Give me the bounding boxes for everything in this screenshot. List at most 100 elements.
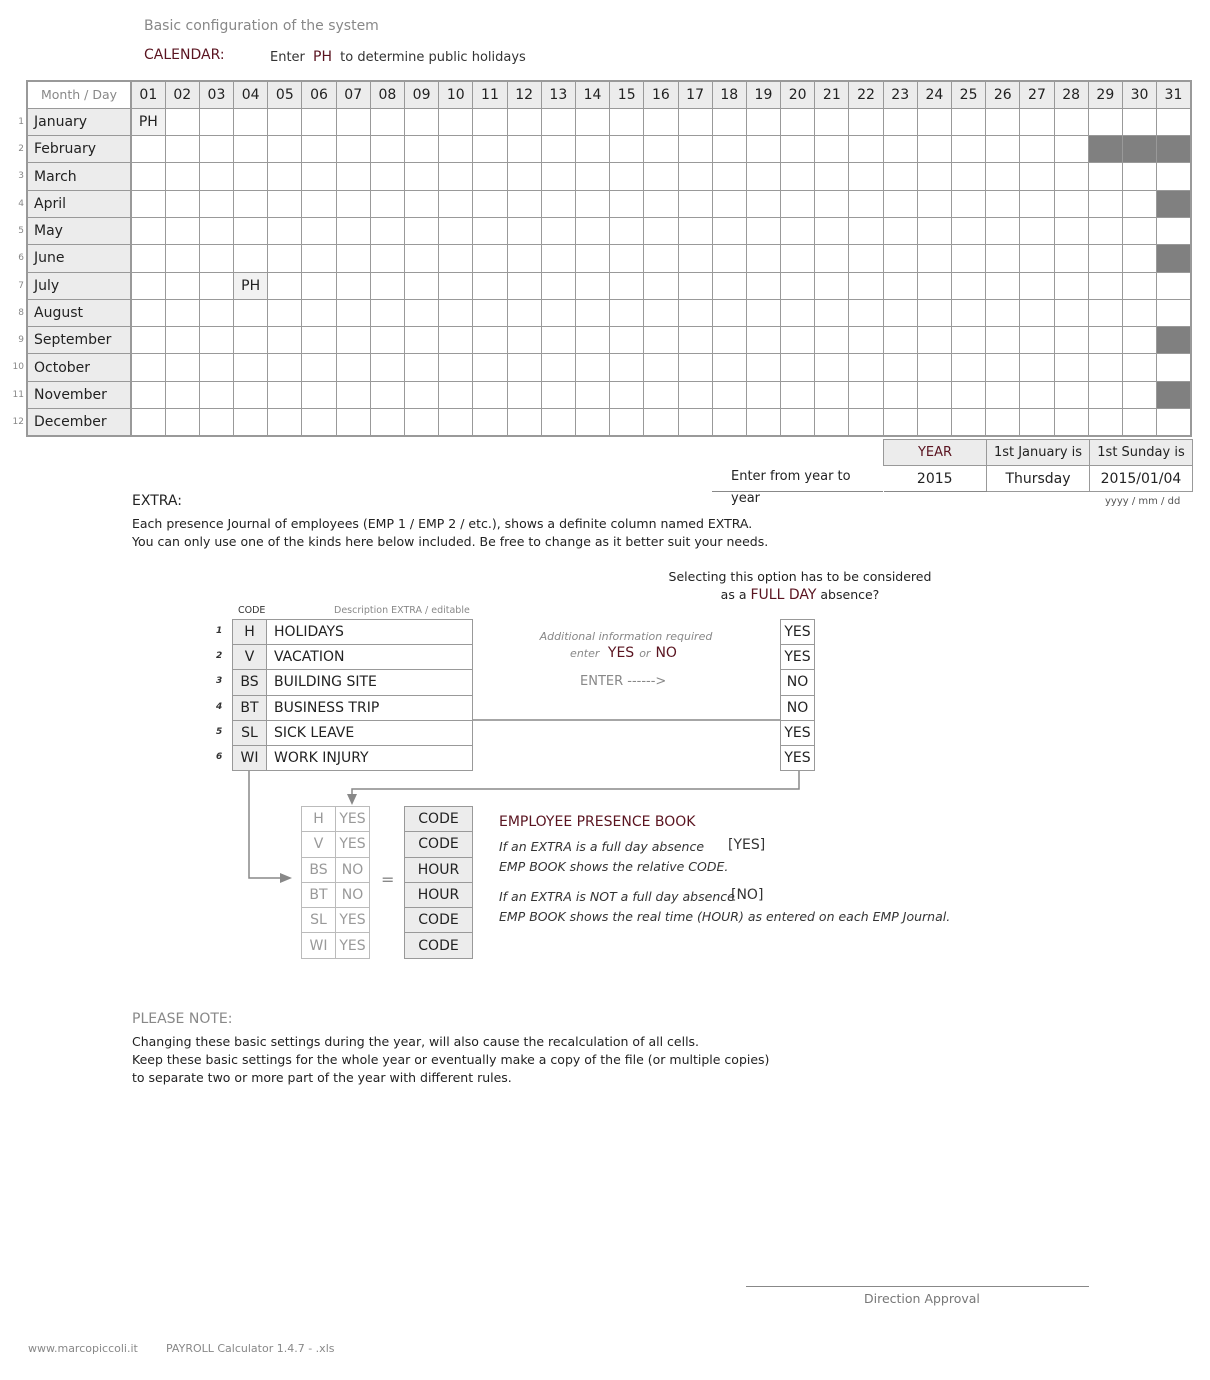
full-day-row: YES — [780, 618, 815, 646]
or-label: or — [639, 647, 651, 660]
summary-full-day: YES — [335, 805, 370, 833]
full-day-input[interactable]: YES — [780, 644, 815, 671]
note-line-3: to separate two or more part of the year… — [132, 1070, 512, 1085]
extra-code: BT — [232, 694, 267, 721]
full-day-table: YES YES NO NO YES YES — [780, 618, 815, 772]
row-numbers: 1 2 3 4 5 6 — [216, 619, 222, 770]
summary-code: SL — [301, 907, 336, 934]
summary-table: H YES V YES BS NO BT NO SL YES WI YES — [301, 805, 370, 959]
result-value: CODE — [404, 805, 473, 833]
no-rule-text: If an EXTRA is NOT a full day absence — [499, 889, 735, 904]
summary-code: BS — [301, 856, 336, 883]
no-tag: [NO] — [731, 887, 764, 903]
summary-full-day: YES — [335, 907, 370, 934]
extra-description-input[interactable]: BUSINESS TRIP — [266, 694, 473, 721]
result-row: CODE — [404, 831, 473, 858]
no-rule-line-1: If an EXTRA is NOT a full day absence [N… — [499, 887, 763, 904]
summary-code: WI — [301, 932, 336, 959]
summary-full-day: NO — [335, 881, 370, 909]
enter-pre: enter — [570, 647, 600, 660]
result-row: HOUR — [404, 881, 473, 909]
yes-rule-line-2: EMP BOOK shows the relative CODE. — [499, 859, 729, 874]
extra-row: V VACATION — [232, 644, 473, 671]
summary-row: WI YES — [301, 932, 370, 959]
extra-row-number: 1 — [216, 626, 223, 636]
extra-row-number: 5 — [216, 726, 223, 737]
extra-code: H — [232, 618, 267, 646]
footer-site: www.marcopiccoli.it — [28, 1342, 138, 1355]
arrow-down-icon — [347, 794, 357, 805]
yes-rule-line-1: If an EXTRA is a full day absence [YES] — [499, 837, 765, 854]
full-day-row: YES — [780, 719, 815, 746]
extra-code: WI — [232, 744, 267, 772]
result-row: HOUR — [404, 856, 473, 883]
full-day-input[interactable]: YES — [780, 719, 815, 746]
enter-yes-no: enter YES or NO — [526, 645, 726, 661]
full-day-row: YES — [780, 744, 815, 772]
summary-code: H — [301, 805, 336, 833]
yes-rule-text: If an EXTRA is a full day absence — [499, 839, 705, 854]
arrow-right-icon — [280, 873, 292, 883]
extra-code: V — [232, 644, 267, 671]
full-day-row: NO — [780, 669, 815, 696]
signature-label: Direction Approval — [864, 1291, 980, 1306]
yes-label: YES — [607, 645, 635, 661]
extra-description-input[interactable]: VACATION — [266, 644, 473, 671]
full-day-input[interactable]: YES — [780, 744, 815, 772]
full-day-row: NO — [780, 694, 815, 721]
summary-code: V — [301, 831, 336, 858]
extra-description-input[interactable]: SICK LEAVE — [266, 719, 473, 746]
result-value: CODE — [404, 907, 473, 934]
result-table: CODE CODE HOUR HOUR CODE CODE — [404, 805, 473, 959]
result-row: CODE — [404, 932, 473, 959]
signature-line — [746, 1286, 1089, 1287]
enter-arrow-label: ENTER ------> — [580, 674, 667, 689]
extra-row: WI WORK INJURY — [232, 744, 473, 772]
no-label: NO — [655, 645, 677, 661]
connector-codes — [248, 770, 285, 879]
note-line-1: Changing these basic settings during the… — [132, 1034, 700, 1049]
note-heading: PLEASE NOTE: — [132, 1011, 233, 1027]
extra-row-number: 6 — [216, 751, 223, 762]
summary-code: BT — [301, 881, 336, 909]
desc-header: Description EXTRA / editable — [334, 605, 470, 616]
no-rule-line-2: EMP BOOK shows the real time (HOUR) as e… — [499, 909, 951, 924]
full-day-input[interactable]: YES — [780, 618, 815, 646]
extra-description-input[interactable]: WORK INJURY — [266, 744, 473, 772]
note-body: Changing these basic settings during the… — [132, 1033, 769, 1087]
summary-row: BT NO — [301, 881, 370, 909]
code-header: CODE — [238, 605, 266, 616]
extra-description-input[interactable]: HOLIDAYS — [266, 618, 473, 646]
result-row: CODE — [404, 805, 473, 833]
extra-description-input[interactable]: BUILDING SITE — [266, 669, 473, 696]
extra-row-number: 2 — [216, 651, 223, 662]
extra-code: SL — [232, 719, 267, 746]
yes-tag: [YES] — [728, 837, 766, 853]
presence-book-heading: EMPLOYEE PRESENCE BOOK — [499, 814, 696, 830]
connector-lines — [248, 719, 800, 883]
extra-row: BS BUILDING SITE — [232, 669, 473, 696]
summary-full-day: YES — [335, 831, 370, 858]
result-value: CODE — [404, 932, 473, 959]
footer-product: PAYROLL Calculator 1.4.7 - .xls — [166, 1342, 335, 1355]
full-day-input[interactable]: NO — [780, 694, 815, 721]
result-value: CODE — [404, 831, 473, 858]
note-line-2: Keep these basic settings for the whole … — [132, 1052, 770, 1067]
extra-row-number: 3 — [216, 676, 223, 687]
result-value: HOUR — [404, 856, 473, 883]
additional-info: Additional information required — [539, 630, 713, 643]
result-value: HOUR — [404, 881, 473, 909]
equals-sign: = — [381, 870, 395, 889]
summary-full-day: NO — [335, 856, 370, 883]
result-row: CODE — [404, 907, 473, 934]
extra-row: BT BUSINESS TRIP — [232, 694, 473, 721]
extra-code: BS — [232, 669, 267, 696]
connector-yesno — [351, 770, 800, 798]
summary-row: V YES — [301, 831, 370, 858]
summary-row: BS NO — [301, 856, 370, 883]
summary-row: H YES — [301, 805, 370, 833]
extra-codes-table: H HOLIDAYS V VACATION BS BUILDING SITE BT BUSIN… — [232, 618, 473, 772]
full-day-row: YES — [780, 644, 815, 671]
full-day-input[interactable]: NO — [780, 669, 815, 696]
summary-row: SL YES — [301, 907, 370, 934]
